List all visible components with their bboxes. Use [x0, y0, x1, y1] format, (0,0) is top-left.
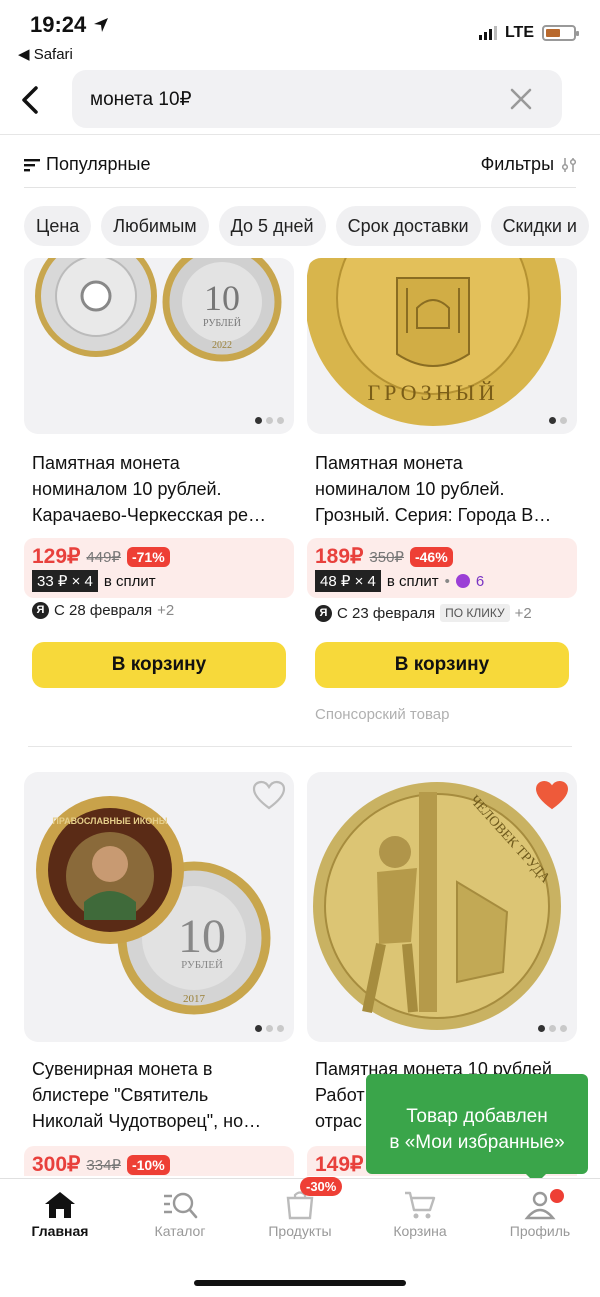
yandex-icon: Я — [315, 604, 332, 622]
chip-favorites[interactable]: Любимым — [101, 206, 209, 246]
current-price: 300₽ — [32, 1153, 81, 1176]
coin-top-text: ПРАВОСЛАВНЫЕ ИКОНЫ — [52, 816, 167, 826]
product-title[interactable]: Памятная монета номиналом 10 рублей. Гро… — [315, 450, 575, 528]
divider — [24, 187, 576, 188]
added-to-favorites-toast: Товар добавлен в «Мои избранные» — [366, 1074, 588, 1184]
chip-delivery-time[interactable]: Срок доставки — [335, 206, 481, 246]
yandex-icon: Я — [32, 602, 49, 619]
sponsored-label: Спонсорский товар — [315, 706, 450, 723]
discount-badge: -10% — [126, 1154, 170, 1175]
notification-dot — [548, 1187, 566, 1205]
coin-value-text: 10 — [204, 278, 240, 318]
catalog-search-icon — [164, 1192, 198, 1219]
product-title[interactable]: Сувенирная монета в блистере "Святитель … — [32, 1056, 292, 1134]
home-indicator — [194, 1280, 406, 1286]
nav-profile[interactable]: Профиль — [490, 1187, 590, 1239]
sort-row: Популярные Фильтры — [0, 146, 600, 184]
product-image[interactable]: ЧЕЛОВЕК ТРУДА — [307, 772, 577, 1042]
image-pager — [549, 417, 567, 424]
nav-home[interactable]: Главная — [10, 1187, 110, 1239]
current-price: 189₽ — [315, 545, 364, 568]
home-icon — [45, 1192, 75, 1218]
current-price: 149₽ — [315, 1153, 364, 1176]
filter-sliders-icon — [561, 157, 577, 172]
split-payment: 48 ₽ × 4 — [315, 570, 381, 592]
nav-cart[interactable]: Корзина — [370, 1187, 470, 1239]
search-input[interactable]: монета 10₽ — [72, 70, 562, 128]
old-price: 334₽ — [86, 1156, 121, 1174]
split-label: в сплит — [386, 572, 439, 590]
price-box: 129₽ 449₽ -71% 33 ₽ × 4 в сплит — [24, 538, 294, 598]
delivery-info: Я С 23 февраля ПО КЛИКУ +2 — [315, 604, 532, 622]
discount-badge: -71% — [126, 546, 170, 567]
favorite-heart-icon-active[interactable] — [535, 780, 569, 812]
add-to-cart-button[interactable]: В корзину — [315, 642, 569, 688]
search-query[interactable]: монета 10₽ — [90, 88, 192, 111]
coin-image: 10 РУБЛЕЙ 2017 ПРАВОСЛАВНЫЕ ИКОНЫ — [36, 796, 271, 1015]
products-promo-badge: -30% — [300, 1177, 343, 1196]
product-image[interactable]: 10 РУБЛЕЙ 2017 ПРАВОСЛАВНЫЕ ИКОНЫ — [24, 772, 294, 1042]
chip-price[interactable]: Цена — [24, 206, 92, 246]
delivery-date: С 28 февраля — [54, 602, 153, 619]
chip-5-days[interactable]: До 5 дней — [218, 206, 326, 246]
coin-image: ЧЕЛОВЕК ТРУДА — [313, 782, 561, 1030]
delivery-badge: ПО КЛИКУ — [440, 604, 510, 622]
delivery-extra: +2 — [514, 604, 532, 622]
plus-bonus-icon — [455, 574, 470, 588]
product-image[interactable]: ГРОЗНЫЙ — [307, 258, 577, 434]
network-label: LTE — [504, 24, 534, 41]
favorite-heart-icon[interactable] — [252, 780, 286, 812]
coin-year-text: 2022 — [212, 340, 232, 351]
location-arrow-icon — [94, 18, 109, 32]
coin-sub-text: РУБЛЕЙ — [181, 959, 223, 971]
delivery-date: С 23 февраля — [337, 604, 436, 622]
divider — [0, 134, 600, 135]
old-price: 350₽ — [369, 548, 404, 566]
image-pager — [538, 1025, 567, 1032]
old-price: 449₽ — [86, 548, 121, 566]
price-box: 189₽ 350₽ -46% 48 ₽ × 4 в сплит • 6 — [307, 538, 577, 598]
coin-value-text: 10 — [178, 910, 226, 963]
battery-icon — [542, 25, 579, 41]
image-pager — [255, 1025, 284, 1032]
delivery-extra: +2 — [157, 602, 175, 619]
search-bar: монета 10₽ — [0, 68, 600, 132]
chip-discounts[interactable]: Скидки и — [490, 206, 589, 246]
sort-button[interactable]: Популярные — [24, 154, 150, 175]
coin-city-text: ГРОЗНЫЙ — [367, 380, 498, 405]
image-pager — [255, 417, 284, 424]
sort-icon — [24, 158, 40, 171]
signal-icon — [478, 26, 497, 40]
current-price: 129₽ — [32, 545, 81, 568]
filter-chips: Цена Любимым До 5 дней Срок доставки Ски… — [24, 206, 589, 246]
coin-year-text: 2017 — [183, 993, 206, 1005]
status-time: 19:24 — [30, 12, 110, 38]
split-payment: 33 ₽ × 4 — [32, 570, 98, 592]
status-bar: 19:24 ◀ Safari LTE — [0, 0, 600, 68]
back-to-safari[interactable]: ◀ Safari — [18, 45, 73, 63]
filters-label: Фильтры — [480, 154, 554, 174]
product-image[interactable]: 10 РУБЛЕЙ 2022 — [24, 258, 294, 434]
back-arrow-icon[interactable] — [16, 84, 44, 116]
delivery-info: Я С 28 февраля +2 — [32, 602, 174, 619]
cart-icon — [405, 1191, 436, 1219]
coin-sub-text: РУБЛЕЙ — [203, 317, 241, 329]
coin-image: 10 РУБЛЕЙ 2022 — [35, 258, 282, 362]
filters-button[interactable]: Фильтры — [481, 154, 578, 175]
discount-badge: -46% — [409, 546, 453, 567]
price-box: 300₽ 334₽ -10% — [24, 1146, 294, 1176]
nav-catalog[interactable]: Каталог — [130, 1187, 230, 1239]
divider — [28, 746, 572, 747]
clear-icon[interactable] — [508, 86, 534, 112]
coin-image: ГРОЗНЫЙ — [307, 258, 561, 426]
sort-label: Популярные — [46, 154, 151, 174]
bonus-points: 6 — [475, 572, 485, 590]
add-to-cart-button[interactable]: В корзину — [32, 642, 286, 688]
product-title[interactable]: Памятная монета номиналом 10 рублей. Кар… — [32, 450, 292, 528]
split-label: в сплит — [103, 572, 156, 590]
